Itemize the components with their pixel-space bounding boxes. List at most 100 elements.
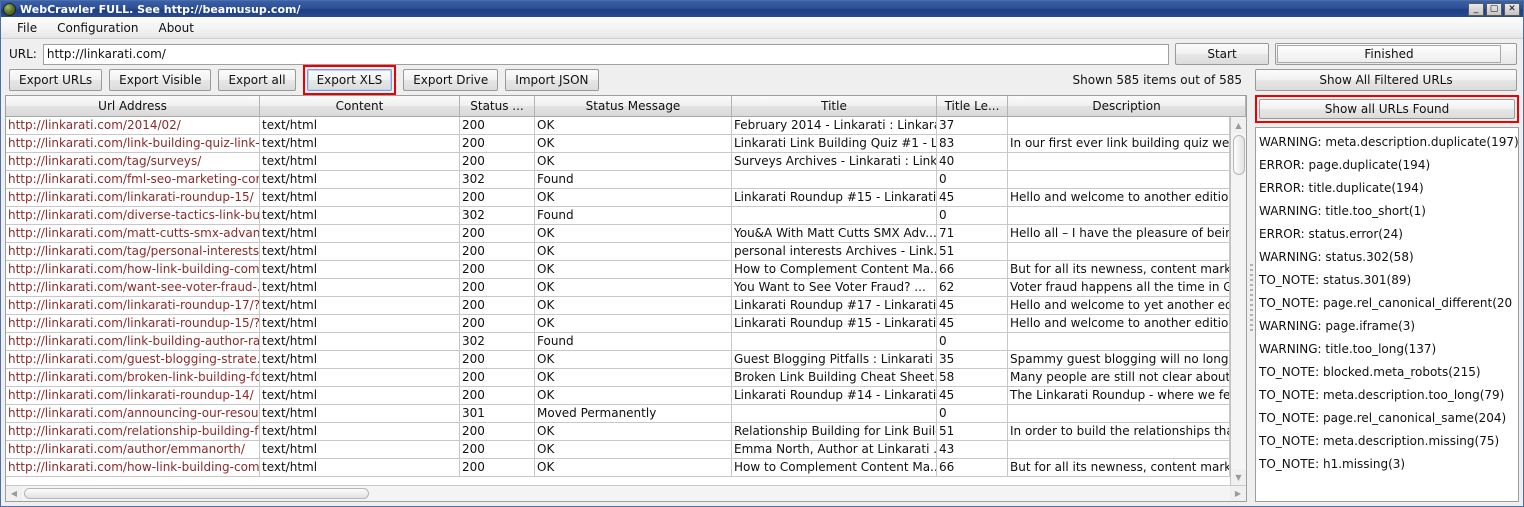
cell-title: Linkarati Roundup #15 - Linkarati...	[732, 189, 937, 206]
scroll-down-icon[interactable]: ▼	[1231, 469, 1247, 485]
table-row[interactable]: http://linkarati.com/link-building-quiz-…	[6, 135, 1230, 153]
column-header-status-message[interactable]: Status Message	[535, 96, 732, 116]
issue-list-item[interactable]: WARNING: page.iframe(3)	[1256, 315, 1518, 338]
column-header-title-length[interactable]: Title Le...	[937, 96, 1008, 116]
cell-message: OK	[535, 189, 732, 206]
table-row[interactable]: http://linkarati.com/tag/personal-intere…	[6, 243, 1230, 261]
issue-list-item[interactable]: TO_NOTE: h1.missing(3)	[1256, 453, 1518, 476]
table-row[interactable]: http://linkarati.com/linkarati-roundup-1…	[6, 297, 1230, 315]
cell-message: Moved Permanently	[535, 405, 732, 422]
vertical-scroll-thumb[interactable]	[1233, 135, 1245, 175]
menu-item-file[interactable]: File	[7, 18, 47, 38]
cell-url: http://linkarati.com/tag/surveys/	[6, 153, 260, 170]
issue-list-item[interactable]: TO_NOTE: blocked.meta_robots(215)	[1256, 361, 1518, 384]
table-row[interactable]: http://linkarati.com/relationship-buildi…	[6, 423, 1230, 441]
table-row[interactable]: http://linkarati.com/how-link-building-c…	[6, 261, 1230, 279]
table-row[interactable]: http://linkarati.com/2014/02/text/html20…	[6, 117, 1230, 135]
issue-list-item[interactable]: ERROR: status.error(24)	[1256, 223, 1518, 246]
issue-list-item[interactable]: TO_NOTE: meta.description.too_long(79)	[1256, 384, 1518, 407]
table-horizontal-scrollbar[interactable]: ◀ ▶	[6, 485, 1246, 501]
export-xls-button[interactable]: Export XLS	[307, 69, 393, 91]
column-header-description[interactable]: Description	[1008, 96, 1246, 116]
cell-title: personal interests Archives - Link...	[732, 243, 937, 260]
column-header-content[interactable]: Content	[260, 96, 460, 116]
title-bar: WebCrawler FULL. See http://beamusup.com…	[1, 1, 1523, 17]
table-row[interactable]: http://linkarati.com/how-link-building-c…	[6, 459, 1230, 477]
maximize-icon[interactable]: ▢	[1486, 3, 1502, 16]
pane-splitter[interactable]	[1247, 95, 1255, 502]
cell-message: Found	[535, 171, 732, 188]
cell-status: 200	[460, 441, 535, 458]
column-header-status[interactable]: Status ...	[460, 96, 535, 116]
cell-description: But for all its newness, content marketi…	[1008, 261, 1230, 278]
horizontal-scroll-thumb[interactable]	[24, 488, 369, 499]
show-all-urls-found-button[interactable]: Show all URLs Found	[1259, 99, 1515, 119]
cell-content: text/html	[260, 405, 460, 422]
horizontal-scroll-track[interactable]	[22, 486, 1230, 502]
table-row[interactable]: http://linkarati.com/announcing-our-reso…	[6, 405, 1230, 423]
column-header-title[interactable]: Title	[732, 96, 937, 116]
cell-title_len: 43	[937, 441, 1008, 458]
menu-item-configuration[interactable]: Configuration	[47, 18, 148, 38]
issue-list-item[interactable]: WARNING: title.too_long(137)	[1256, 338, 1518, 361]
table-row[interactable]: http://linkarati.com/diverse-tactics-lin…	[6, 207, 1230, 225]
cell-description: Hello and welcome to another edition of …	[1008, 189, 1230, 206]
application-window: WebCrawler FULL. See http://beamusup.com…	[0, 0, 1524, 507]
minimize-icon[interactable]: _	[1468, 3, 1484, 16]
cell-url: http://linkarati.com/matt-cutts-smx-adva…	[6, 225, 260, 242]
cell-title_len: 66	[937, 261, 1008, 278]
table-vertical-scrollbar[interactable]: ▲ ▼	[1230, 117, 1246, 485]
start-button[interactable]: Start	[1175, 43, 1269, 65]
export-toolbar: Export URLs Export Visible Export all Ex…	[1, 65, 1523, 93]
scroll-left-icon[interactable]: ◀	[6, 486, 22, 502]
cell-title_len: 71	[937, 225, 1008, 242]
menu-item-about[interactable]: About	[148, 18, 203, 38]
cell-title: You Want to See Voter Fraud? ...	[732, 279, 937, 296]
issues-list[interactable]: WARNING: meta.description.duplicate(197)…	[1255, 127, 1519, 502]
cell-title_len: 0	[937, 171, 1008, 188]
cell-message: OK	[535, 369, 732, 386]
scroll-up-icon[interactable]: ▲	[1231, 117, 1247, 133]
export-drive-button[interactable]: Export Drive	[403, 69, 498, 91]
cell-title: Emma North, Author at Linkarati ...	[732, 441, 937, 458]
table-row[interactable]: http://linkarati.com/broken-link-buildin…	[6, 369, 1230, 387]
menu-bar: File Configuration About	[1, 17, 1523, 39]
url-input[interactable]	[43, 44, 1169, 65]
table-row[interactable]: http://linkarati.com/tag/surveys/text/ht…	[6, 153, 1230, 171]
cell-status: 200	[460, 153, 535, 170]
issue-list-item[interactable]: ERROR: title.duplicate(194)	[1256, 177, 1518, 200]
table-row[interactable]: http://linkarati.com/linkarati-roundup-1…	[6, 387, 1230, 405]
cell-url: http://linkarati.com/guest-blogging-stra…	[6, 351, 260, 368]
cell-url: http://linkarati.com/tag/personal-intere…	[6, 243, 260, 260]
issue-list-item[interactable]: ERROR: page.duplicate(194)	[1256, 154, 1518, 177]
table-row[interactable]: http://linkarati.com/link-building-autho…	[6, 333, 1230, 351]
import-json-button[interactable]: Import JSON	[505, 69, 598, 91]
issue-list-item[interactable]: WARNING: meta.description.duplicate(197)	[1256, 131, 1518, 154]
table-row[interactable]: http://linkarati.com/want-see-voter-frau…	[6, 279, 1230, 297]
cell-status: 200	[460, 315, 535, 332]
table-row[interactable]: http://linkarati.com/guest-blogging-stra…	[6, 351, 1230, 369]
table-row[interactable]: http://linkarati.com/fml-seo-marketing-c…	[6, 171, 1230, 189]
table-row[interactable]: http://linkarati.com/linkarati-roundup-1…	[6, 315, 1230, 333]
cell-message: OK	[535, 423, 732, 440]
table-row[interactable]: http://linkarati.com/author/emmanorth/te…	[6, 441, 1230, 459]
export-all-button[interactable]: Export all	[218, 69, 295, 91]
cell-url: http://linkarati.com/want-see-voter-frau…	[6, 279, 260, 296]
export-urls-button[interactable]: Export URLs	[9, 69, 102, 91]
table-row[interactable]: http://linkarati.com/matt-cutts-smx-adva…	[6, 225, 1230, 243]
issue-list-item[interactable]: WARNING: status.302(58)	[1256, 246, 1518, 269]
issue-list-item[interactable]: TO_NOTE: meta.description.missing(75)	[1256, 430, 1518, 453]
export-visible-button[interactable]: Export Visible	[109, 69, 211, 91]
issue-list-item[interactable]: TO_NOTE: page.rel_canonical_different(20	[1256, 292, 1518, 315]
vertical-scroll-track[interactable]	[1231, 133, 1247, 469]
cell-title_len: 45	[937, 315, 1008, 332]
table-row[interactable]: http://linkarati.com/linkarati-roundup-1…	[6, 189, 1230, 207]
column-header-url-address[interactable]: Url Address	[6, 96, 260, 116]
show-all-filtered-urls-button[interactable]: Show All Filtered URLs	[1255, 69, 1517, 91]
scroll-right-icon[interactable]: ▶	[1230, 486, 1246, 502]
close-icon[interactable]: ✕	[1504, 3, 1520, 16]
issue-list-item[interactable]: TO_NOTE: page.rel_canonical_same(204)	[1256, 407, 1518, 430]
cell-description: The Linkarati Roundup - where we featur.	[1008, 387, 1230, 404]
issue-list-item[interactable]: WARNING: title.too_short(1)	[1256, 200, 1518, 223]
issue-list-item[interactable]: TO_NOTE: status.301(89)	[1256, 269, 1518, 292]
